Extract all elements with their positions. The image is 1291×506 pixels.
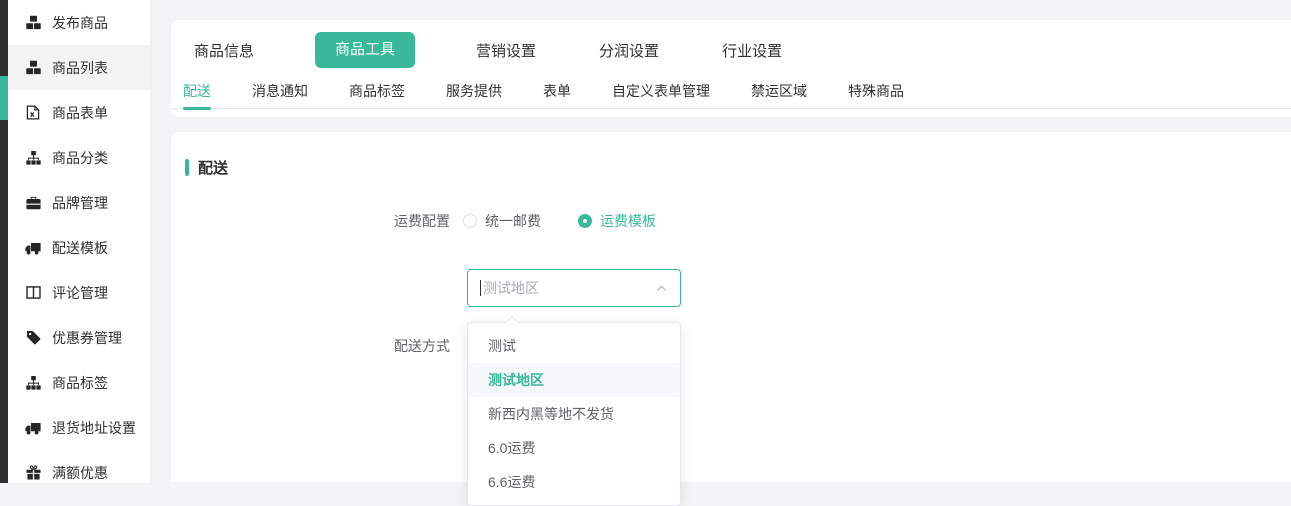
radio-freight-template-label[interactable]: 运费模板: [600, 211, 656, 231]
tab-industry-settings[interactable]: 行业设置: [720, 40, 784, 61]
sidebar-item-label: 商品标签: [52, 373, 108, 393]
sidebar-item-brand-management[interactable]: 品牌管理: [8, 180, 150, 225]
cubes-icon: [25, 60, 41, 76]
subtab-product-tags[interactable]: 商品标签: [349, 76, 405, 109]
sidebar-item-return-address-settings[interactable]: 退货地址设置: [8, 405, 150, 450]
section-header: 配送: [185, 157, 228, 178]
sidebar-item-label: 商品分类: [52, 148, 108, 168]
sidebar-item-review-management[interactable]: 评论管理: [8, 270, 150, 315]
tabs-card: 商品信息 商品工具 营销设置 分润设置 行业设置 配送 消息通知 商品标签 服务…: [171, 20, 1291, 117]
tag-icon: [25, 330, 41, 346]
sidebar-item-product-list[interactable]: 商品列表: [8, 45, 150, 90]
chevron-up-icon[interactable]: [655, 282, 668, 295]
primary-tabs: 商品信息 商品工具 营销设置 分润设置 行业设置: [192, 32, 1271, 68]
freight-config-row: 运费配置 统一邮费 运费模板: [394, 211, 656, 231]
sidebar-item-product-category[interactable]: 商品分类: [8, 135, 150, 180]
briefcase-icon: [25, 195, 41, 211]
sidebar-item-shipping-template[interactable]: 配送模板: [8, 225, 150, 270]
sidebar-item-label: 品牌管理: [52, 193, 108, 213]
subtab-delivery[interactable]: 配送: [183, 76, 211, 109]
subtab-message-notification[interactable]: 消息通知: [252, 76, 308, 109]
truck-icon: [25, 420, 41, 436]
select-dropdown: 测试 测试地区 新西内黑等地不发货 6.0运费 6.6运费: [467, 322, 681, 506]
tab-marketing-settings[interactable]: 营销设置: [474, 40, 538, 61]
dropdown-option[interactable]: 6.6运费: [468, 465, 680, 499]
sitemap-icon: [25, 150, 41, 166]
sidebar-item-label: 退货地址设置: [52, 418, 136, 438]
sidebar-item-coupon-management[interactable]: 优惠券管理: [8, 315, 150, 360]
text-cursor: [480, 280, 481, 296]
freight-template-select[interactable]: 测试地区: [467, 269, 681, 307]
radio-unified-postage-label[interactable]: 统一邮费: [485, 211, 541, 231]
sidebar-item-label: 评论管理: [52, 283, 108, 303]
subtab-custom-form-management[interactable]: 自定义表单管理: [612, 76, 710, 109]
radio-unified-postage[interactable]: [463, 214, 477, 228]
gift-icon: [25, 465, 41, 481]
tab-product-tools[interactable]: 商品工具: [315, 32, 415, 68]
radio-freight-template[interactable]: [578, 214, 592, 228]
tab-product-info[interactable]: 商品信息: [192, 40, 256, 61]
content-card: 配送 运费配置 统一邮费 运费模板 测试地区 配送方式 测试 测试地区 新西内黑…: [171, 132, 1291, 482]
dropdown-option[interactable]: 测试: [468, 329, 680, 363]
dropdown-option-selected[interactable]: 测试地区: [468, 363, 680, 397]
sitemap-icon: [25, 375, 41, 391]
tab-profit-sharing-settings[interactable]: 分润设置: [597, 40, 661, 61]
sidebar-item-product-form[interactable]: 商品表单: [8, 90, 150, 135]
subtab-form[interactable]: 表单: [543, 76, 571, 109]
delivery-method-label: 配送方式: [394, 336, 450, 356]
select-value: 测试地区: [483, 278, 539, 298]
section-title: 配送: [198, 157, 228, 178]
sidebar: 发布商品 商品列表 商品表单 商品分类 品牌管理 配送模板 评论管理 优惠券管理…: [8, 0, 150, 483]
subtab-embargo-area[interactable]: 禁运区域: [751, 76, 807, 109]
sidebar-item-label: 配送模板: [52, 238, 108, 258]
sidebar-item-label: 发布商品: [52, 13, 108, 33]
rail-scroll-thumb[interactable]: [0, 76, 8, 120]
sidebar-item-label: 商品列表: [52, 58, 108, 78]
main-area: 商品信息 商品工具 营销设置 分润设置 行业设置 配送 消息通知 商品标签 服务…: [150, 0, 1291, 483]
subtab-special-products[interactable]: 特殊商品: [848, 76, 904, 109]
dropdown-option[interactable]: 新西内黑等地不发货: [468, 397, 680, 431]
sidebar-item-publish-product[interactable]: 发布商品: [8, 0, 150, 45]
section-accent-bar: [185, 159, 189, 176]
sidebar-item-full-amount-discount[interactable]: 满额优惠: [8, 450, 150, 495]
sidebar-item-label: 商品表单: [52, 103, 108, 123]
columns-icon: [25, 285, 41, 301]
freight-config-label: 运费配置: [394, 211, 450, 231]
secondary-tabs: 配送 消息通知 商品标签 服务提供 表单 自定义表单管理 禁运区域 特殊商品: [171, 76, 1291, 109]
cubes-icon: [25, 15, 41, 31]
file-icon: [25, 105, 41, 121]
sidebar-item-label: 满额优惠: [52, 463, 108, 483]
left-dark-rail: [0, 0, 8, 483]
sidebar-item-label: 优惠券管理: [52, 328, 122, 348]
truck-icon: [25, 240, 41, 256]
sidebar-item-product-tags[interactable]: 商品标签: [8, 360, 150, 405]
subtab-service-provision[interactable]: 服务提供: [446, 76, 502, 109]
dropdown-option[interactable]: 6.0运费: [468, 431, 680, 465]
